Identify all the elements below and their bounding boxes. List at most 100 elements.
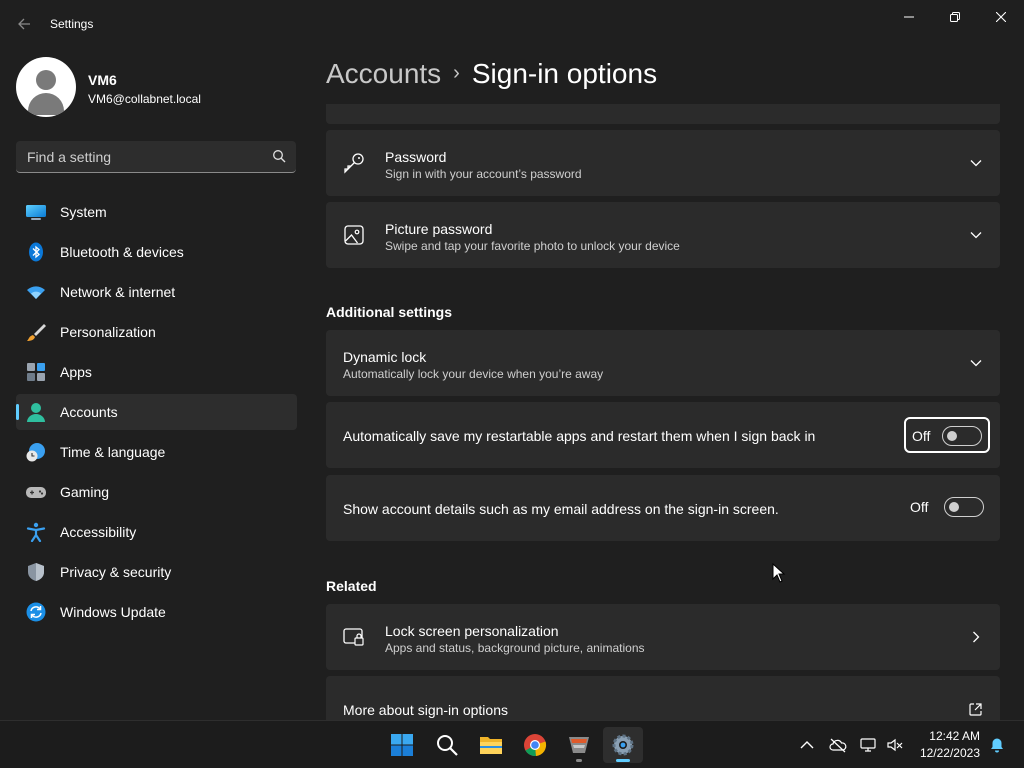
cloud-off-icon[interactable] bbox=[829, 737, 847, 753]
sidebar-item-windows-update[interactable]: Windows Update bbox=[16, 594, 297, 630]
additional-settings-heading: Additional settings bbox=[326, 304, 452, 320]
more-about-title: More about sign-in options bbox=[343, 702, 508, 718]
chrome-button[interactable] bbox=[515, 727, 555, 763]
volume-muted-icon[interactable] bbox=[886, 737, 904, 753]
settings-taskbar-button[interactable] bbox=[603, 727, 643, 763]
picture-password-card[interactable]: Picture password Swipe and tap your favo… bbox=[326, 202, 1000, 268]
sidebar-item-apps[interactable]: Apps bbox=[16, 354, 297, 390]
restart-apps-toggle[interactable] bbox=[942, 426, 982, 446]
picture-password-title: Picture password bbox=[385, 221, 493, 237]
search-input[interactable]: Find a setting bbox=[16, 141, 296, 173]
minimize-button[interactable] bbox=[886, 4, 932, 30]
wifi-icon bbox=[27, 286, 45, 299]
title-bar: Settings bbox=[0, 0, 1024, 48]
chevron-right-icon bbox=[973, 631, 980, 643]
lock-screen-card[interactable]: Lock screen personalization Apps and sta… bbox=[326, 604, 1000, 670]
bell-icon[interactable] bbox=[988, 737, 1006, 753]
password-title: Password bbox=[385, 149, 447, 165]
sidebar-item-personalization[interactable]: Personalization bbox=[16, 314, 297, 350]
sidebar-item-time-language[interactable]: Time & language bbox=[16, 434, 297, 470]
more-about-card[interactable]: More about sign-in options bbox=[326, 676, 1000, 720]
person-icon bbox=[27, 403, 45, 422]
restart-apps-state: Off bbox=[912, 428, 931, 444]
account-details-card: Show account details such as my email ad… bbox=[326, 475, 1000, 541]
restart-apps-toggle-focus[interactable]: Off bbox=[904, 417, 990, 453]
avatar[interactable] bbox=[16, 57, 76, 117]
search-icon[interactable] bbox=[272, 149, 286, 163]
chrome-icon bbox=[524, 734, 547, 757]
file-explorer-button[interactable] bbox=[471, 727, 511, 763]
account-details-state: Off bbox=[910, 499, 929, 515]
sidebar-item-label: Windows Update bbox=[60, 604, 166, 620]
password-subtitle: Sign in with your account’s password bbox=[385, 167, 582, 181]
file-explorer-icon bbox=[480, 737, 502, 754]
lock-screen-subtitle: Apps and status, background picture, ani… bbox=[385, 641, 645, 655]
dynamic-lock-card[interactable]: Dynamic lock Automatically lock your dev… bbox=[326, 330, 1000, 396]
monitor-icon bbox=[26, 205, 46, 220]
close-button[interactable] bbox=[978, 4, 1024, 30]
sidebar-item-label: Bluetooth & devices bbox=[60, 244, 184, 260]
sidebar-item-label: Gaming bbox=[60, 484, 110, 500]
chevron-down-icon bbox=[970, 360, 982, 367]
sidebar-item-label: Personalization bbox=[60, 324, 156, 340]
search-icon bbox=[437, 735, 458, 756]
brush-icon bbox=[27, 324, 46, 341]
shield-icon bbox=[28, 563, 44, 581]
picture-icon bbox=[344, 225, 364, 245]
update-icon bbox=[26, 602, 46, 622]
bluetooth-icon bbox=[29, 242, 43, 262]
account-details-toggle[interactable] bbox=[944, 497, 984, 517]
sidebar-item-accounts[interactable]: Accounts bbox=[16, 394, 297, 430]
password-card[interactable]: Password Sign in with your account’s pas… bbox=[326, 130, 1000, 196]
breadcrumb-separator: › bbox=[453, 62, 460, 84]
picture-password-subtitle: Swipe and tap your favorite photo to unl… bbox=[385, 239, 680, 253]
network-icon[interactable] bbox=[860, 737, 878, 753]
sidebar-item-bluetooth[interactable]: Bluetooth & devices bbox=[16, 234, 297, 270]
back-button[interactable] bbox=[12, 12, 36, 36]
search-placeholder: Find a setting bbox=[27, 149, 112, 165]
accessibility-icon bbox=[26, 522, 46, 542]
start-button[interactable] bbox=[382, 727, 422, 763]
sidebar-item-label: Accessibility bbox=[60, 524, 137, 540]
sidebar-item-network[interactable]: Network & internet bbox=[16, 274, 297, 310]
lock-screen-icon bbox=[343, 628, 364, 646]
apps-icon bbox=[27, 363, 45, 381]
key-icon bbox=[344, 153, 364, 174]
settings-icon bbox=[612, 734, 634, 756]
sidebar-item-accessibility[interactable]: Accessibility bbox=[16, 514, 297, 550]
app-icon bbox=[569, 737, 589, 753]
related-heading: Related bbox=[326, 578, 377, 594]
sidebar-item-label: Network & internet bbox=[60, 284, 176, 300]
dynamic-lock-title: Dynamic lock bbox=[343, 349, 427, 365]
minimize-icon bbox=[904, 16, 914, 18]
app-title: Settings bbox=[50, 17, 94, 31]
avatar-body bbox=[28, 93, 64, 115]
profile-name: VM6 bbox=[88, 72, 117, 88]
sidebar-item-label: Accounts bbox=[60, 404, 118, 420]
chevron-down-icon bbox=[970, 160, 982, 167]
sidebar-item-label: Privacy & security bbox=[60, 564, 172, 580]
maximize-button[interactable] bbox=[932, 4, 978, 30]
content-pane[interactable]: Password Sign in with your account’s pas… bbox=[326, 104, 1000, 720]
breadcrumb-parent[interactable]: Accounts bbox=[326, 58, 441, 89]
sidebar-item-gaming[interactable]: Gaming bbox=[16, 474, 297, 510]
external-link-icon bbox=[969, 703, 982, 716]
chevron-up-icon[interactable] bbox=[798, 737, 816, 753]
taskbar-search-button[interactable] bbox=[427, 727, 467, 763]
account-details-toggle-wrap[interactable]: Off bbox=[904, 490, 990, 526]
toggle-knob bbox=[949, 502, 959, 512]
app-button[interactable] bbox=[559, 727, 599, 763]
mouse-cursor-icon bbox=[772, 563, 786, 583]
globe-clock-icon bbox=[26, 443, 45, 462]
scrolled-card[interactable] bbox=[326, 104, 1000, 124]
sidebar-item-system[interactable]: System bbox=[16, 194, 297, 230]
sidebar-item-label: Apps bbox=[60, 364, 92, 380]
running-indicator bbox=[576, 759, 582, 762]
profile-email: VM6@collabnet.local bbox=[88, 92, 201, 106]
sidebar-item-privacy-security[interactable]: Privacy & security bbox=[16, 554, 297, 590]
gamepad-icon bbox=[26, 487, 46, 498]
restart-apps-label: Automatically save my restartable apps a… bbox=[343, 428, 816, 444]
page-title: Sign-in options bbox=[471, 58, 658, 89]
back-arrow-icon bbox=[18, 18, 30, 30]
taskbar: 12:42 AM 12/22/2023 bbox=[0, 720, 1024, 768]
